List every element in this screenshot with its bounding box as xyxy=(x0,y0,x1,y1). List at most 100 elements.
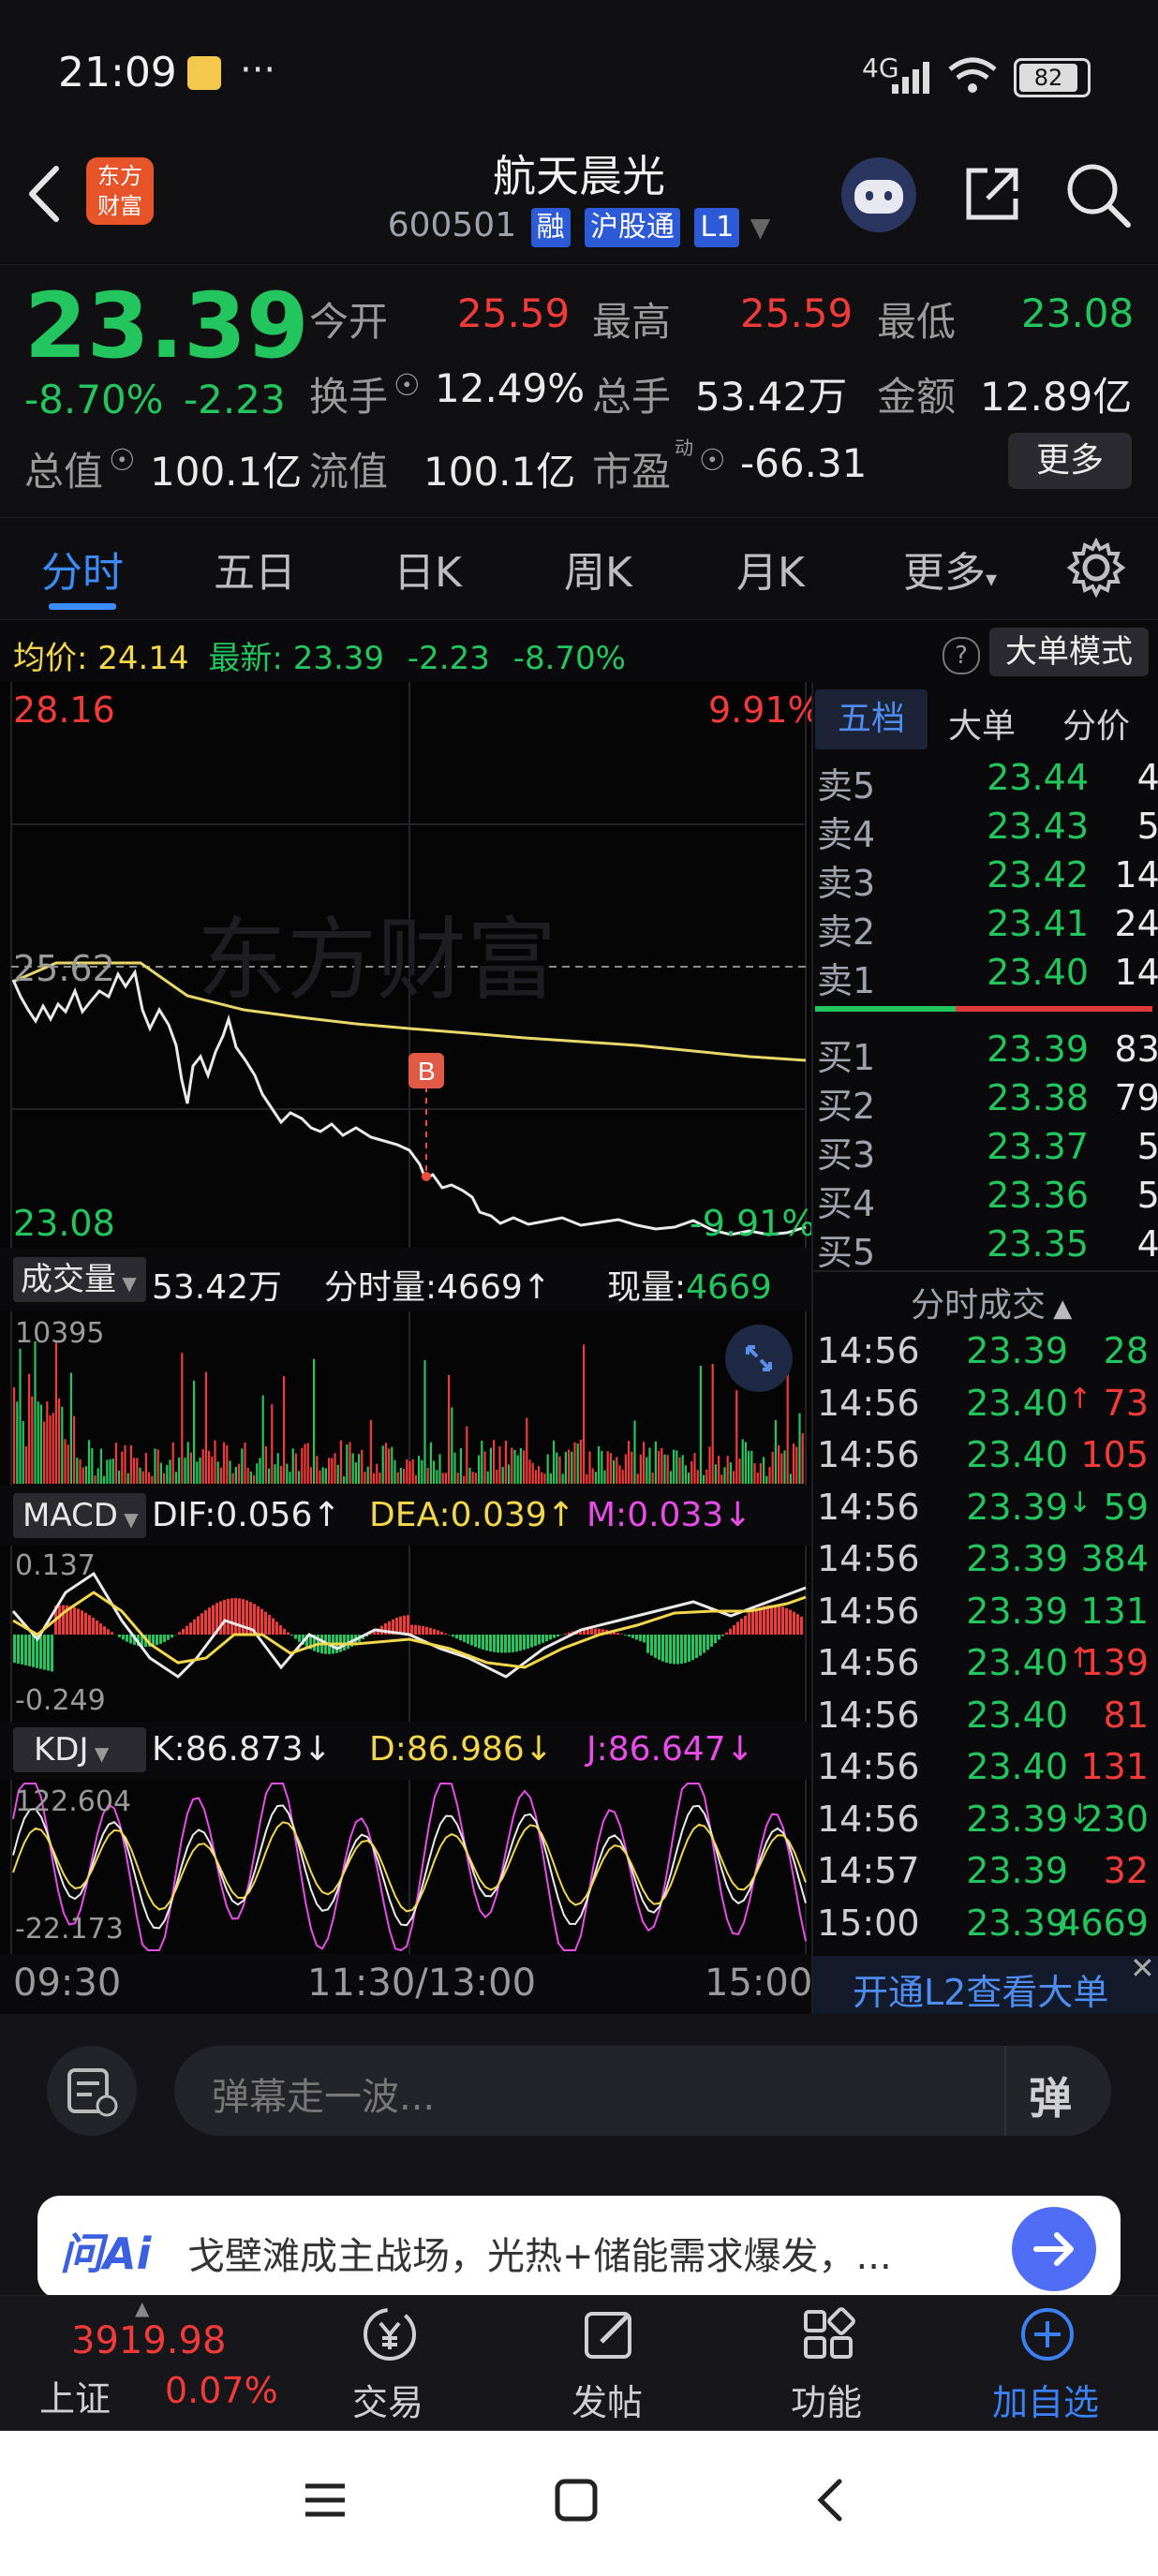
volume-bar xyxy=(46,1401,49,1484)
macd-bar xyxy=(264,1611,267,1635)
tab-monthly-k[interactable]: 月K xyxy=(736,539,805,599)
signal-icon xyxy=(892,62,929,94)
expand-chart-icon[interactable] xyxy=(725,1325,793,1392)
macd-bar xyxy=(99,1623,102,1635)
search-icon[interactable] xyxy=(1062,159,1134,230)
menu-icon[interactable] xyxy=(302,2477,349,2524)
index-expand-icon[interactable]: ▲ xyxy=(135,2297,149,2319)
volume-bar xyxy=(441,1473,444,1484)
danmaku-toggle-icon[interactable]: 弹 xyxy=(1029,2065,1072,2126)
volume-bar xyxy=(466,1426,468,1484)
trade-qty: 32 xyxy=(1103,1850,1149,1891)
index-percent[interactable]: 0.07% xyxy=(165,2370,278,2411)
big-order-mode-button[interactable]: 大单模式 xyxy=(989,628,1149,676)
volume-bar xyxy=(121,1451,124,1484)
volume-bar xyxy=(216,1461,219,1484)
volume-bar xyxy=(408,1461,411,1484)
macd-bar xyxy=(643,1635,646,1643)
macd-bar xyxy=(800,1616,803,1635)
volume-bar xyxy=(516,1455,519,1484)
macd-bar xyxy=(96,1620,98,1635)
trades-title[interactable]: 分时成交 ▲ xyxy=(911,1278,1072,1326)
nav-functions[interactable]: 功能 xyxy=(742,2304,911,2426)
info-icon[interactable]: ☉ xyxy=(393,367,421,403)
volume-bar xyxy=(720,1474,723,1484)
kdj-indicator-select[interactable]: KDJ ▼ xyxy=(13,1727,146,1772)
macd-bar xyxy=(654,1635,657,1658)
trades-list: 14:56 23.39 28 14:56 23.40 ↑ 73 14:56 23.40 105 14… xyxy=(817,1330,1149,1956)
caret-up-icon: ▲ xyxy=(1046,1295,1073,1323)
l2-upsell-link[interactable]: 开通L2查看大单 xyxy=(853,1963,1108,2015)
info-icon[interactable]: ☉ xyxy=(699,442,726,478)
volume-bar xyxy=(351,1453,354,1484)
macd-bar xyxy=(665,1635,668,1664)
tab-five-level[interactable]: 五档 xyxy=(815,689,928,749)
help-icon[interactable]: ? xyxy=(943,637,980,674)
settings-gear-icon[interactable] xyxy=(1066,538,1126,598)
volume-bar xyxy=(523,1450,526,1484)
tab-daily-k[interactable]: 日K xyxy=(393,539,462,599)
macd-bar xyxy=(631,1635,634,1638)
tab-intraday[interactable]: 分时 xyxy=(41,539,124,599)
volume-bar xyxy=(186,1442,189,1484)
macd-bar xyxy=(47,1635,50,1671)
bid-level-label: 买5 xyxy=(817,1232,876,1273)
tab-five-day[interactable]: 五日 xyxy=(214,539,296,599)
index-value[interactable]: 3919.98 xyxy=(71,2319,226,2362)
tag-level[interactable]: L1 xyxy=(694,208,740,247)
tab-big-orders[interactable]: 大单 xyxy=(948,699,1016,748)
volume-indicator-select[interactable]: 成交量 ▼ xyxy=(13,1257,146,1302)
macd-bar xyxy=(748,1612,750,1635)
macd-bar xyxy=(620,1634,623,1635)
price-chart[interactable]: 东方财富 B xyxy=(0,682,811,1248)
share-icon[interactable] xyxy=(959,161,1025,227)
back-nav-icon[interactable] xyxy=(808,2477,854,2524)
volume-bars xyxy=(13,1340,804,1484)
macd-bar xyxy=(17,1635,20,1664)
macd-bar xyxy=(230,1598,233,1635)
macd-axis-top: 0.137 xyxy=(15,1549,96,1582)
macd-chart[interactable] xyxy=(0,1546,811,1724)
nav-add-watchlist[interactable]: 加自选 xyxy=(961,2304,1130,2426)
tab-weekly-k[interactable]: 周K xyxy=(564,539,632,599)
volume-bar xyxy=(688,1473,690,1484)
volume-bar xyxy=(373,1473,376,1484)
volume-bar xyxy=(418,1456,421,1484)
info-icon[interactable]: ☉ xyxy=(109,442,136,478)
volume-bar xyxy=(718,1456,720,1484)
ask-ai-prompt: 戈壁滩成主战场，光热+储能需求爆发，... xyxy=(187,2235,892,2278)
trade-time: 14:56 xyxy=(817,1590,920,1632)
volume-bar xyxy=(690,1460,693,1484)
volume-bar xyxy=(705,1469,708,1484)
trade-price: 23.40 xyxy=(966,1642,1068,1683)
macd-bar xyxy=(182,1629,185,1635)
nav-post[interactable]: 发帖 xyxy=(523,2304,691,2426)
level-dropdown-icon[interactable]: ▼ xyxy=(750,212,771,243)
macd-bar xyxy=(425,1626,428,1635)
tab-more[interactable]: 更多▾ xyxy=(903,539,997,599)
macd-bar xyxy=(478,1635,481,1649)
trade-price: 23.39 xyxy=(966,1538,1068,1579)
home-icon[interactable] xyxy=(553,2477,600,2524)
more-quote-button[interactable]: 更多 xyxy=(1008,433,1132,489)
trade-time: 14:56 xyxy=(817,1538,920,1579)
macd-bar xyxy=(463,1635,466,1642)
index-name[interactable]: 上证 xyxy=(39,2370,111,2421)
send-arrow-icon[interactable] xyxy=(1012,2207,1096,2291)
volume-bar xyxy=(84,1466,87,1484)
macd-bar xyxy=(444,1633,447,1635)
macd-bar xyxy=(527,1635,529,1649)
macd-bar xyxy=(493,1635,496,1652)
volume-bar xyxy=(493,1440,496,1484)
robot-assistant-icon[interactable] xyxy=(841,157,916,232)
ask-ai-input[interactable]: 问Ai 戈壁滩成主战场，光热+储能需求爆发，... xyxy=(37,2196,1121,2299)
tab-price-distribution[interactable]: 分价 xyxy=(1062,699,1130,748)
volume-chart[interactable] xyxy=(0,1311,811,1486)
volume-bar xyxy=(538,1465,541,1484)
comment-input[interactable]: 弹幕走一波... 弹 xyxy=(174,2046,1111,2136)
nav-trade[interactable]: 交易 xyxy=(304,2304,472,2426)
macd-bar xyxy=(407,1615,409,1635)
comment-list-icon[interactable] xyxy=(47,2046,137,2136)
close-icon[interactable]: ✕ xyxy=(1130,1950,1155,1986)
macd-indicator-select[interactable]: MACD ▼ xyxy=(13,1493,146,1538)
